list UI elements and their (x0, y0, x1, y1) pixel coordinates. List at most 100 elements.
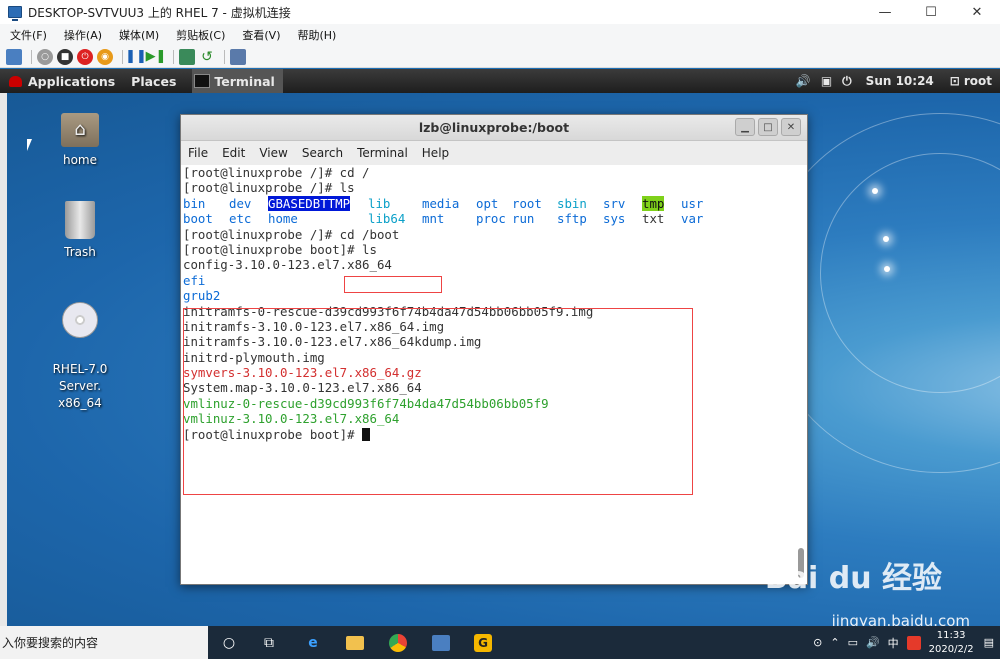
terminal-close-button[interactable]: ✕ (781, 118, 801, 136)
desktop-icon-home[interactable]: home (35, 113, 125, 167)
close-button[interactable]: ✕ (954, 0, 1000, 24)
dvd-icon (62, 302, 98, 338)
menu-help[interactable]: 帮助(H) (297, 27, 336, 43)
terminal-task-button[interactable]: Terminal (192, 69, 283, 93)
desktop-icon-label: Trash (64, 245, 96, 259)
save-state-icon[interactable]: ◉ (97, 48, 113, 65)
tray-sogou-icon[interactable] (906, 635, 921, 650)
resume-icon[interactable]: ▶❚ (146, 49, 167, 65)
clock[interactable]: Sun 10:24 (866, 74, 934, 88)
revert-icon[interactable]: ↺ (199, 49, 215, 65)
taskbar-search-box[interactable]: 入你要搜索的内容 (0, 626, 208, 659)
highlight-box-boot-listing (183, 308, 693, 495)
terminal-task-label: Terminal (214, 73, 275, 89)
tray-chevron-up-icon[interactable]: ⌃ (830, 636, 839, 649)
menu-file[interactable]: 文件(F) (10, 27, 47, 43)
system-tray: ⊙ ⌃ ▭ 🔊 中 11:33 2020/2/2 ▤ (813, 626, 1000, 659)
chrome-icon[interactable] (387, 632, 409, 654)
menu-action[interactable]: 操作(A) (64, 27, 102, 43)
taskbar-date: 2020/2/2 (928, 643, 974, 655)
desktop-icon-trash[interactable]: Trash (35, 201, 125, 259)
terminal-menu-search[interactable]: Search (302, 146, 343, 160)
terminal-maximize-button[interactable]: □ (758, 118, 778, 136)
toolbar-divider (224, 49, 225, 64)
decor-dot (884, 266, 890, 272)
edge-icon[interactable]: e (302, 632, 324, 654)
vm-connection-icon (8, 6, 22, 21)
ls-entry: dev (229, 195, 252, 211)
tray-volume-icon[interactable]: 🔊 (866, 636, 880, 649)
terminal-line: [root@linuxprobe /]# ls (183, 180, 355, 196)
cortana-icon[interactable]: ○ (218, 632, 240, 654)
terminal-menu-edit[interactable]: Edit (222, 146, 245, 160)
menu-clipboard[interactable]: 剪贴板(C) (176, 27, 225, 43)
screen: DESKTOP-SVTVUU3 上的 RHEL 7 - 虚拟机连接 — ☐ ✕ … (0, 0, 1000, 659)
decor-dot (872, 188, 878, 194)
network-icon[interactable]: ▣ (821, 74, 832, 88)
host-toolbar: ○ ■ ⏻ ◉ ❚❚ ▶❚ ↺ (0, 46, 1000, 68)
terminal-menu-file[interactable]: File (188, 146, 208, 160)
desktop-icon-dvd[interactable]: RHEL-7.0 Server. x86_64 (35, 285, 125, 429)
redhat-logo-icon (9, 75, 22, 87)
gnome-status-area: 🔊 ▣ ⏻ Sun 10:24 ⊡ root (786, 69, 992, 93)
ls-entry: proc (476, 211, 506, 227)
checkpoint-icon[interactable] (179, 48, 195, 65)
menu-view[interactable]: 查看(V) (242, 27, 280, 43)
hyper-v-icon[interactable] (430, 632, 452, 654)
enhanced-session-icon[interactable] (230, 48, 246, 65)
applications-menu[interactable]: Applications (28, 74, 115, 89)
taskbar-clock[interactable]: 11:33 2020/2/2 (929, 629, 974, 657)
terminal-line: [root@linuxprobe /]# cd /boot (183, 227, 795, 242)
terminal-output[interactable]: [root@linuxprobe /]# cd / [root@linuxpro… (183, 165, 795, 583)
terminal-menubar: File Edit View Search Terminal Help (181, 141, 807, 165)
task-view-icon[interactable]: ⧉ (258, 632, 280, 654)
action-center-icon[interactable]: ▤ (984, 636, 994, 649)
terminal-window-controls: ▁ □ ✕ (732, 118, 801, 136)
app-g-icon[interactable]: G (472, 632, 494, 654)
ls-entry: home (268, 211, 298, 227)
user-icon[interactable]: ⊡ (950, 74, 960, 88)
ctrl-alt-del-icon[interactable] (6, 48, 22, 65)
boot-file-entry: efi (183, 272, 206, 288)
ls-entry: media (422, 195, 460, 211)
menu-media[interactable]: 媒体(M) (119, 27, 159, 43)
toolbar-divider (173, 49, 174, 64)
ls-entry: tmp (642, 195, 665, 211)
volume-icon[interactable]: 🔊 (796, 74, 811, 88)
windows-taskbar: 入你要搜索的内容 ○ ⧉ e G ⊙ ⌃ ▭ 🔊 中 11:33 2020/2/… (0, 626, 1000, 659)
terminal-window: lzb@linuxprobe:/boot ▁ □ ✕ File Edit Vie… (180, 114, 808, 585)
terminal-titlebar: lzb@linuxprobe:/boot ▁ □ ✕ (181, 115, 807, 141)
ls-entry: sftp (557, 211, 587, 227)
terminal-menu-help[interactable]: Help (422, 146, 449, 160)
ls-entry: root (512, 195, 542, 211)
terminal-menu-terminal[interactable]: Terminal (357, 146, 408, 160)
start-icon[interactable]: ○ (37, 48, 53, 65)
trash-icon (65, 201, 95, 239)
power-icon[interactable]: ⏻ (842, 74, 852, 89)
toolbar-divider (122, 49, 123, 64)
tray-people-icon[interactable]: ⊙ (813, 636, 822, 649)
ls-entry: srv (603, 195, 626, 211)
ls-entry: opt (476, 195, 499, 211)
cd-command: cd /boot (339, 226, 400, 242)
taskbar-time: 11:33 (936, 629, 966, 641)
file-explorer-icon[interactable] (344, 632, 366, 654)
maximize-button[interactable]: ☐ (908, 0, 954, 24)
mouse-pointer-icon (27, 139, 32, 151)
pause-icon[interactable]: ❚❚ (125, 49, 147, 65)
ls-entry: lib64 (368, 211, 406, 227)
user-menu[interactable]: root (964, 74, 992, 88)
turn-off-icon[interactable]: ■ (57, 48, 73, 65)
boot-file-entry: config-3.10.0-123.el7.x86_64 (183, 257, 392, 273)
ls-entry: sbin (557, 195, 587, 211)
terminal-menu-view[interactable]: View (259, 146, 287, 160)
minimize-button[interactable]: — (862, 0, 908, 24)
shutdown-icon[interactable]: ⏻ (77, 48, 93, 65)
ls-entry: usr (681, 195, 704, 211)
desktop-icon-label: RHEL-7.0 Server. x86_64 (52, 362, 108, 410)
terminal-minimize-button[interactable]: ▁ (735, 118, 755, 136)
ls-entry: var (681, 211, 704, 227)
places-menu[interactable]: Places (131, 74, 176, 89)
tray-network-icon[interactable]: ▭ (848, 636, 858, 649)
tray-ime[interactable]: 中 (888, 635, 899, 651)
